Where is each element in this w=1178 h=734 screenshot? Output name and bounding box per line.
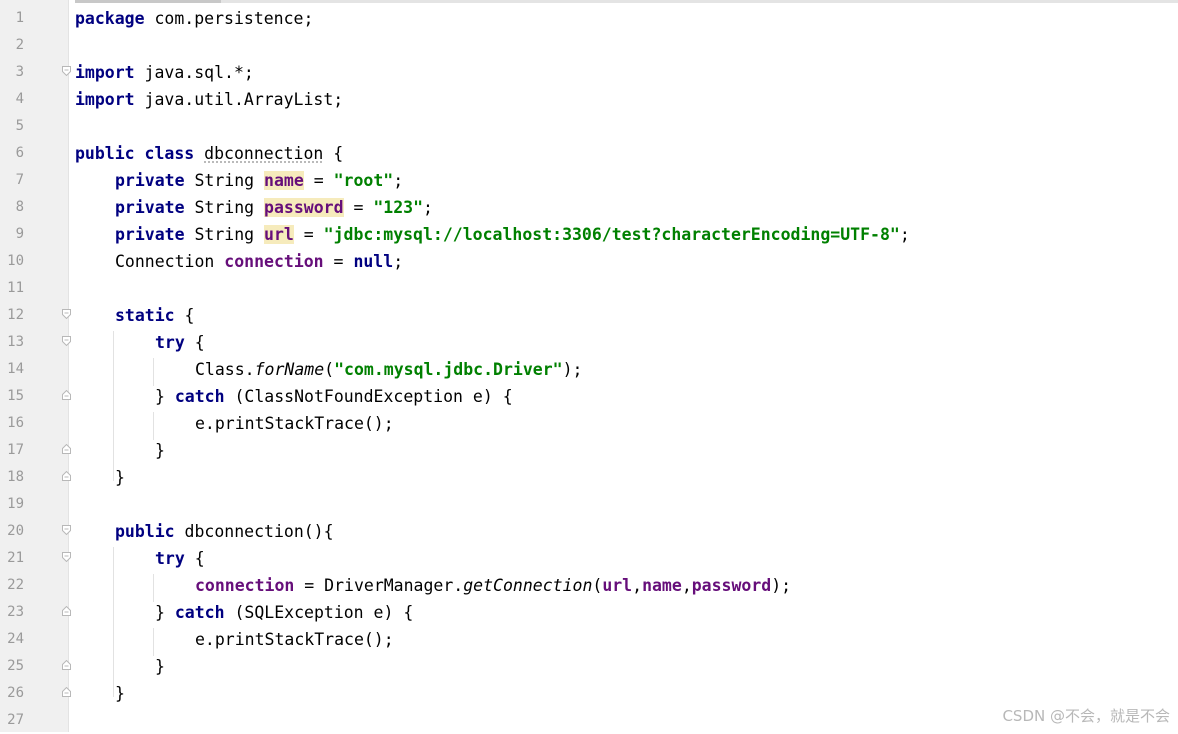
fold-open-icon[interactable] — [62, 552, 71, 562]
code-line-15: } catch (ClassNotFoundException e) { — [155, 387, 513, 406]
indent-guide — [153, 574, 154, 602]
code-line-9: private String url = "jdbc:mysql://local… — [115, 225, 910, 244]
line-number: 5 — [15, 118, 24, 134]
fold-open-icon[interactable] — [62, 66, 71, 76]
horizontal-scrollbar[interactable] — [75, 0, 1178, 3]
line-number: 24 — [7, 631, 24, 647]
line-number: 26 — [7, 685, 24, 701]
indent-guide — [153, 412, 154, 440]
line-number: 8 — [15, 199, 24, 215]
line-number: 15 — [7, 388, 24, 404]
indent-guide — [113, 547, 114, 697]
code-line-23: } catch (SQLException e) { — [155, 603, 414, 622]
line-number: 3 — [15, 64, 24, 80]
line-number: 9 — [15, 226, 24, 242]
watermark: CSDN @不会，就是不会 — [1002, 707, 1170, 725]
line-number: 1 — [15, 10, 24, 26]
code-editor[interactable]: 1 2 3 4 5 6 7 8 9 10 11 12 13 14 15 16 17 18 19 20 21 22 23 24 2… — [0, 0, 1178, 732]
fold-close-icon[interactable] — [62, 660, 71, 670]
line-number: 27 — [7, 712, 24, 728]
line-number: 6 — [15, 145, 24, 161]
line-number: 18 — [7, 469, 24, 485]
code-line-1: package com.persistence; — [75, 9, 314, 28]
code-line-3: import java.sql.*; — [75, 63, 254, 82]
line-number: 22 — [7, 577, 24, 593]
fold-open-icon[interactable] — [62, 525, 71, 535]
fold-open-icon[interactable] — [62, 336, 71, 346]
indent-guide — [153, 358, 154, 386]
fold-close-icon[interactable] — [62, 687, 71, 697]
code-line-25: } — [155, 657, 165, 676]
code-line-13: try { — [155, 333, 205, 352]
fold-close-icon[interactable] — [62, 390, 71, 400]
fold-close-icon[interactable] — [62, 606, 71, 616]
code-line-7: private String name = "root"; — [115, 171, 404, 190]
code-line-4: import java.util.ArrayList; — [75, 90, 344, 109]
indent-guide — [113, 331, 114, 481]
code-line-18: } — [115, 468, 125, 487]
line-number: 23 — [7, 604, 24, 620]
line-number: 19 — [7, 496, 24, 512]
code-line-10: Connection connection = null; — [115, 252, 404, 271]
indent-guide — [153, 628, 154, 656]
line-number: 7 — [15, 172, 24, 188]
line-number: 4 — [15, 91, 24, 107]
code-line-26: } — [115, 684, 125, 703]
line-number: 20 — [7, 523, 24, 539]
code-line-6: public class dbconnection { — [75, 144, 344, 163]
line-number: 2 — [15, 37, 24, 53]
fold-close-icon[interactable] — [62, 471, 71, 481]
fold-open-icon[interactable] — [62, 309, 71, 319]
code-line-17: } — [155, 441, 165, 460]
code-line-16: e.printStackTrace(); — [195, 414, 394, 433]
fold-close-icon[interactable] — [62, 444, 71, 454]
code-line-21: try { — [155, 549, 205, 568]
code-line-20: public dbconnection(){ — [115, 522, 334, 541]
line-number: 11 — [7, 280, 24, 296]
line-number: 17 — [7, 442, 24, 458]
code-line-14: Class.forName("com.mysql.jdbc.Driver"); — [195, 360, 583, 379]
line-number: 10 — [7, 253, 24, 269]
line-number: 25 — [7, 658, 24, 674]
code-line-22: connection = DriverManager.getConnection… — [195, 576, 792, 595]
line-number: 16 — [7, 415, 24, 431]
scrollbar-thumb[interactable] — [75, 0, 221, 3]
line-number: 12 — [7, 307, 24, 323]
line-number: 21 — [7, 550, 24, 566]
code-line-24: e.printStackTrace(); — [195, 630, 394, 649]
line-number: 14 — [7, 361, 24, 377]
code-line-12: static { — [115, 306, 195, 325]
class-name: dbconnection — [204, 144, 324, 163]
line-number: 13 — [7, 334, 24, 350]
code-line-8: private String password = "123"; — [115, 198, 433, 217]
